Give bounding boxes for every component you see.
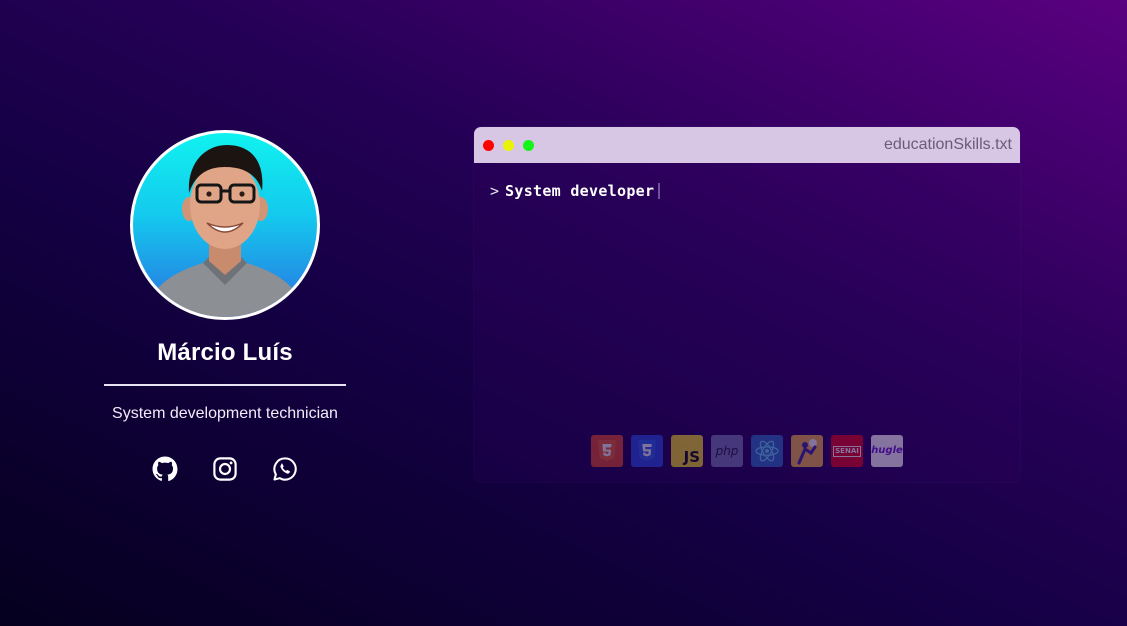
senai-icon: SENAI — [831, 435, 863, 467]
terminal-prompt: > — [490, 182, 500, 200]
php-label: php — [715, 444, 739, 458]
profile-role: System development technician — [112, 405, 338, 422]
whatsapp-icon — [273, 457, 297, 481]
window-titlebar: educationSkills.txt — [474, 127, 1020, 163]
hugle-label: hugle — [871, 445, 903, 456]
instagram-link[interactable] — [212, 456, 238, 482]
react-icon — [751, 435, 783, 467]
github-link[interactable] — [152, 456, 178, 482]
maximize-dot-button[interactable] — [523, 140, 534, 151]
hugle-icon: hugle — [871, 435, 903, 467]
css3-icon — [631, 435, 663, 467]
profile-card: Márcio Luís System development technicia… — [104, 130, 346, 482]
instagram-icon — [213, 457, 237, 481]
terminal-window: educationSkills.txt > System developer J… — [474, 127, 1020, 482]
close-dot-button[interactable] — [483, 140, 494, 151]
senai-label: SENAI — [833, 445, 861, 457]
profile-photo-icon — [143, 145, 307, 317]
profile-name: Márcio Luís — [157, 339, 293, 366]
text-cursor — [658, 183, 661, 199]
terminal-output: > System developer — [490, 181, 661, 201]
skills-bar: JS php SENAI hugle — [591, 435, 903, 467]
whatsapp-link[interactable] — [272, 456, 298, 482]
social-links — [152, 456, 298, 482]
github-icon — [152, 456, 178, 481]
php-icon: php — [711, 435, 743, 467]
minimize-dot-button[interactable] — [503, 140, 514, 151]
html5-icon — [591, 435, 623, 467]
javascript-label: JS — [683, 448, 700, 466]
javascript-icon: JS — [671, 435, 703, 467]
skill-illustration-icon — [791, 435, 823, 467]
profile-divider — [104, 384, 346, 386]
window-title: educationSkills.txt — [883, 136, 1012, 153]
profile-avatar — [130, 130, 320, 320]
terminal-typed-text: System developer — [505, 182, 655, 200]
